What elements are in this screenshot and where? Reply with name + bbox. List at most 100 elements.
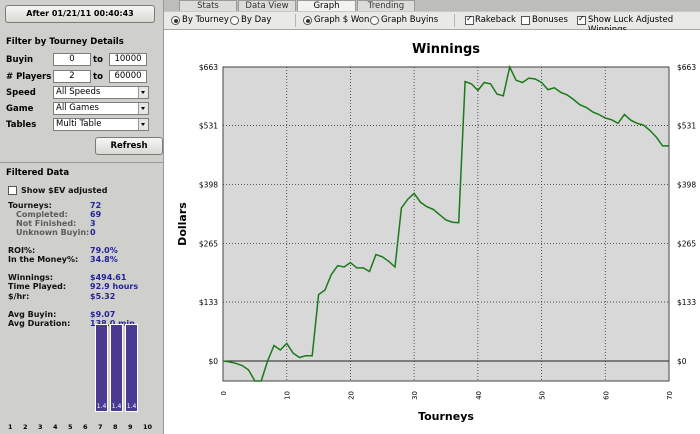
winnings-value: $494.61 — [90, 273, 127, 282]
y-tick-label-right: $531 — [677, 122, 696, 131]
tourneys-label: Tourneys: — [8, 201, 52, 210]
graph-buyins-label: Graph Buyins — [381, 15, 439, 25]
tab-data-view[interactable]: Data View — [238, 0, 296, 11]
x-tick-label: 70 — [666, 391, 674, 400]
tab-stats[interactable]: Stats — [179, 0, 237, 11]
graph-buyins-radio[interactable] — [370, 16, 379, 25]
winnings-label: Winnings: — [8, 273, 54, 282]
y-tick-label-right: $398 — [677, 181, 696, 190]
histogram-label: 4 — [53, 423, 58, 431]
players-max-input[interactable]: 60000 — [109, 70, 147, 83]
completed-value: 69 — [90, 210, 102, 219]
roi-value: 79.0% — [90, 246, 118, 255]
luck-adjusted-checkbox[interactable] — [577, 14, 586, 25]
roi-label: ROI%: — [8, 246, 36, 255]
histogram-label: 8 — [113, 423, 118, 431]
y-tick-label-right: $265 — [677, 240, 696, 249]
chevron-down-icon[interactable] — [138, 119, 148, 130]
buyin-to-label: to — [93, 55, 103, 65]
per-hour-value: $5.32 — [90, 292, 116, 301]
by-day-label: By Day — [241, 15, 272, 25]
tab-trending[interactable]: Trending — [357, 0, 415, 11]
x-tick-label: 0 — [220, 391, 228, 395]
histogram-bar-value: 1.4 — [111, 403, 122, 410]
avg-buyin-label: Avg Buyin: — [8, 310, 57, 319]
buyin-min-input[interactable]: 0 — [53, 53, 91, 66]
tables-select[interactable]: Multi Table — [53, 118, 149, 131]
graph-won-radio[interactable] — [303, 16, 312, 25]
divider — [295, 14, 296, 27]
game-select[interactable]: All Games — [53, 102, 149, 115]
tourneys-value: 72 — [90, 201, 102, 210]
ev-adjusted-label: Show $EV adjusted — [21, 186, 108, 195]
histogram-label: 6 — [83, 423, 88, 431]
bonuses-label: Bonuses — [532, 15, 568, 25]
tab-graph[interactable]: Graph — [297, 0, 356, 11]
x-tick-label: 10 — [284, 391, 292, 400]
divider — [0, 162, 163, 163]
game-value: All Games — [56, 103, 99, 113]
speed-label: Speed — [6, 88, 36, 98]
histogram-bar-value: 1.4 — [96, 403, 107, 410]
itm-value: 34.8% — [90, 255, 118, 264]
per-hour-label: $/hr: — [8, 292, 30, 301]
tables-value: Multi Table — [56, 119, 102, 129]
ev-adjusted-checkbox[interactable] — [8, 186, 17, 195]
x-tick-label: 50 — [539, 391, 547, 400]
time-played-value: 92.9 hours — [90, 282, 139, 291]
avg-duration-label: Avg Duration: — [8, 319, 71, 328]
plot-area — [222, 66, 670, 382]
itm-label: In the Money%: — [8, 255, 79, 264]
histogram-bar: 1.4 — [110, 324, 123, 412]
x-tick-label: 40 — [475, 391, 483, 400]
y-axis-label: Dollars — [176, 202, 189, 246]
y-tick-label-right: $663 — [677, 63, 696, 72]
histogram-label: 10 — [143, 423, 153, 431]
game-label: Game — [6, 104, 34, 114]
by-tourney-label: By Tourney — [182, 15, 229, 25]
graph-won-label: Graph $ Won — [314, 15, 370, 25]
x-tick-label: 60 — [602, 391, 610, 400]
rakeback-checkbox[interactable] — [465, 14, 474, 25]
by-day-radio[interactable] — [230, 16, 239, 25]
histogram-label: 1 — [8, 423, 13, 431]
refresh-button[interactable]: Refresh — [95, 137, 163, 155]
buyin-max-input[interactable]: 10000 — [109, 53, 147, 66]
filtered-data-title: Filtered Data — [6, 168, 70, 178]
rakeback-label: Rakeback — [475, 15, 516, 25]
players-label: # Players — [6, 72, 52, 82]
histogram-label: 7 — [98, 423, 103, 431]
chevron-down-icon[interactable] — [138, 87, 148, 98]
winnings-graph: 0 10 20 30 40 50 60 70 $0 $0 $133 $133 $265 $265 $398 $… — [164, 30, 700, 434]
winnings-chart-svg: 0 10 20 30 40 50 60 70 $0 $0 $133 $133 $265 $265 $398 $… — [176, 42, 696, 423]
y-tick-label: $398 — [199, 181, 218, 190]
view-tabs: Stats Data View Graph Trending — [164, 0, 700, 11]
y-tick-label: $0 — [208, 357, 218, 366]
by-tourney-radio[interactable] — [171, 16, 180, 25]
histogram-bar-value: 1.4 — [126, 403, 137, 410]
speed-value: All Speeds — [56, 87, 101, 97]
completed-label: Completed: — [16, 210, 68, 219]
unknown-buyin-label: Unknown Buyin: — [16, 228, 90, 237]
histogram-bar: 1.4 — [125, 324, 138, 412]
players-min-input[interactable]: 2 — [53, 70, 91, 83]
x-tick-label: 30 — [411, 391, 419, 400]
y-tick-label: $265 — [199, 240, 218, 249]
graph-options-bar: By Tourney By Day Graph $ Won Graph Buyi… — [164, 12, 700, 35]
x-tick-label: 20 — [347, 391, 355, 400]
histogram-bar: 1.4 — [95, 324, 108, 412]
filter-panel: After 01/21/11 00:40:43 Filter by Tourne… — [0, 0, 164, 434]
chevron-down-icon[interactable] — [138, 103, 148, 114]
chart-title: Winnings — [412, 42, 480, 57]
buyin-label: Buyin — [6, 55, 34, 65]
histogram-label: 9 — [128, 423, 133, 431]
y-tick-label: $133 — [199, 298, 218, 307]
date-filter-button[interactable]: After 01/21/11 00:40:43 — [5, 5, 155, 23]
players-to-label: to — [93, 72, 103, 82]
y-tick-label-right: $133 — [677, 298, 696, 307]
histogram-label: 5 — [68, 423, 73, 431]
speed-select[interactable]: All Speeds — [53, 86, 149, 99]
y-tick-label-right: $0 — [677, 357, 687, 366]
bonuses-checkbox[interactable] — [521, 16, 530, 25]
y-tick-label: $663 — [199, 63, 218, 72]
